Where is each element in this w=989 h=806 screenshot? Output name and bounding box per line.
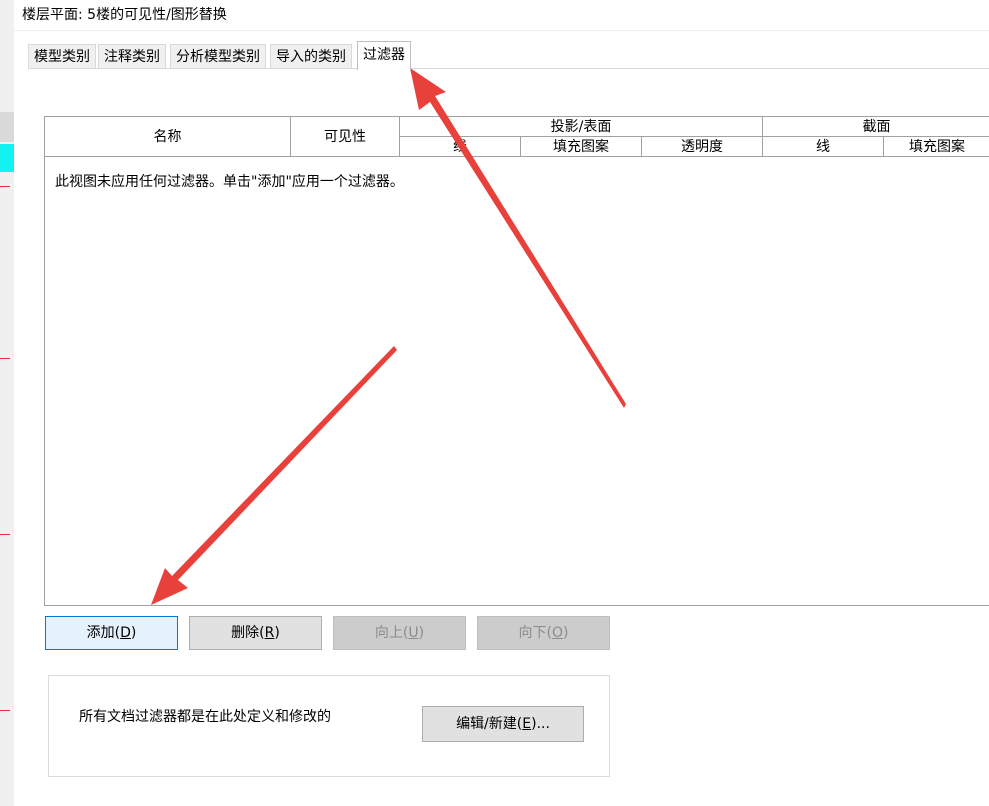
tab-imported-categories[interactable]: 导入的类别: [270, 44, 352, 69]
background-window-strip: [0, 0, 14, 806]
empty-table-message: 此视图未应用任何过滤器。单击"添加"应用一个过滤器。: [55, 174, 404, 190]
dialog-title: 楼层平面: 5楼的可见性/图形替换: [22, 7, 227, 23]
add-button-label: 添加(: [86, 625, 121, 641]
tab-annotation-categories[interactable]: 注释类别: [98, 44, 166, 69]
background-mark: [0, 710, 10, 711]
filters-table: 名称 可见性 投影/表面 截面 线 填充图案 透明度 线 填充图案 此视图未应用…: [44, 116, 989, 606]
background-mark: [0, 186, 10, 187]
background-highlight: [0, 144, 14, 172]
column-group-cut: 截面: [763, 117, 989, 137]
delete-filter-button[interactable]: 删除(R): [189, 616, 322, 650]
visibility-graphics-dialog: 楼层平面: 5楼的可见性/图形替换 模型类别 注释类别 分析模型类别 导入的类别…: [14, 0, 989, 806]
down-button-label: 向下(: [518, 625, 552, 641]
delete-button-label: 删除(: [231, 625, 265, 641]
edit-button-hotkey: E: [522, 716, 532, 732]
column-group-projection-surface: 投影/表面: [400, 117, 763, 137]
up-button-label-end: ): [418, 625, 425, 641]
background-mark: [0, 358, 10, 359]
titlebar-divider: [14, 30, 989, 31]
background-selection: [0, 112, 14, 142]
tab-pane-border: [28, 68, 989, 69]
delete-button-hotkey: R: [264, 625, 275, 641]
filters-info-text: 所有文档过滤器都是在此处定义和修改的: [79, 709, 331, 725]
background-mark: [0, 534, 10, 535]
tab-model-categories[interactable]: 模型类别: [28, 44, 96, 69]
column-header-visibility[interactable]: 可见性: [291, 117, 400, 157]
tab-filters[interactable]: 过滤器: [357, 41, 411, 70]
column-header-cut-lines[interactable]: 线: [763, 137, 884, 157]
add-button-hotkey: D: [120, 625, 131, 641]
column-header-cut-patterns[interactable]: 填充图案: [884, 137, 989, 157]
add-filter-button[interactable]: 添加(D): [45, 616, 178, 650]
edit-button-label: 编辑/新建(: [456, 716, 523, 732]
column-header-projection-transparency[interactable]: 透明度: [642, 137, 763, 157]
edit-new-filter-button[interactable]: 编辑/新建(E)...: [422, 706, 584, 742]
down-button-hotkey: O: [551, 625, 564, 641]
delete-button-label-end: ): [274, 625, 280, 641]
up-button-label: 向上(: [374, 625, 409, 641]
column-header-name[interactable]: 名称: [45, 117, 291, 157]
add-button-label-end: ): [130, 625, 137, 641]
down-button-label-end: ): [563, 625, 569, 641]
move-down-button[interactable]: 向下(O): [477, 616, 610, 650]
tab-analytical-model-categories[interactable]: 分析模型类别: [170, 44, 266, 69]
column-header-projection-patterns[interactable]: 填充图案: [521, 137, 642, 157]
column-header-projection-lines[interactable]: 线: [400, 137, 521, 157]
edit-button-label-end: )...: [531, 716, 550, 732]
filters-info-group: 所有文档过滤器都是在此处定义和修改的 编辑/新建(E)...: [48, 675, 610, 777]
up-button-hotkey: U: [408, 625, 419, 641]
move-up-button[interactable]: 向上(U): [333, 616, 466, 650]
